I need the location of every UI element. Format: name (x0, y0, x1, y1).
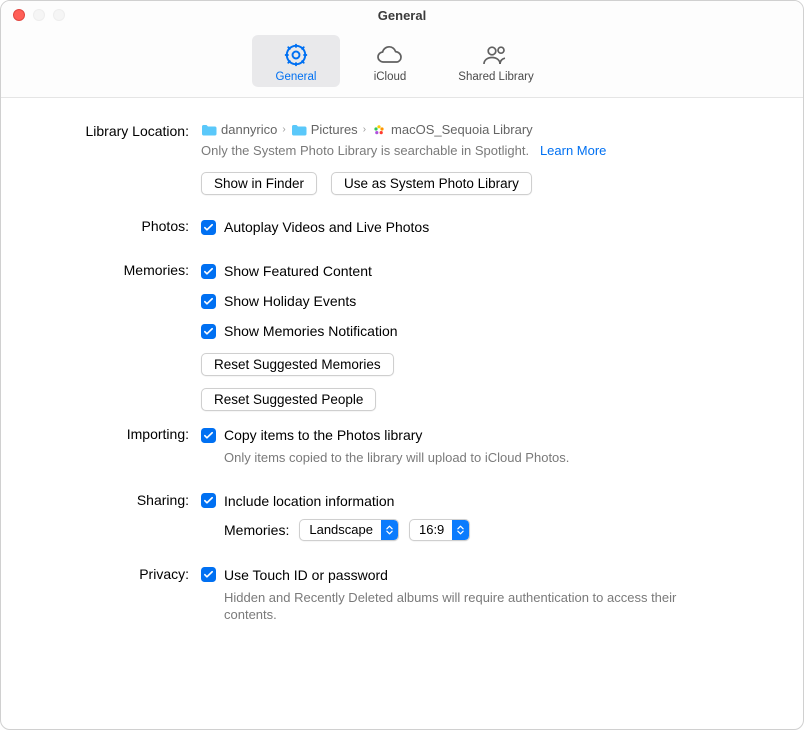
include-location-checkbox[interactable] (201, 493, 216, 508)
reset-suggested-people-button[interactable]: Reset Suggested People (201, 388, 376, 411)
select-stepper-icon (452, 520, 469, 540)
tab-icloud-label: iCloud (350, 71, 430, 83)
breadcrumb-segment[interactable]: dannyrico (221, 122, 277, 137)
library-location-row: Library Location: dannyrico › Pictures › (41, 122, 763, 211)
select-stepper-icon (381, 520, 398, 540)
show-in-finder-button[interactable]: Show in Finder (201, 172, 317, 195)
cloud-icon (350, 41, 430, 69)
importing-label: Importing: (41, 425, 201, 442)
memories-notification-label: Show Memories Notification (224, 323, 398, 339)
copy-items-checkbox[interactable] (201, 428, 216, 443)
library-path-breadcrumb: dannyrico › Pictures › (201, 122, 763, 137)
sharing-row: Sharing: Include location information Me… (41, 491, 763, 541)
library-location-label: Library Location: (41, 122, 201, 139)
photos-label: Photos: (41, 217, 201, 234)
privacy-label: Privacy: (41, 565, 201, 582)
breadcrumb-segment[interactable]: Pictures (311, 122, 358, 137)
spotlight-note: Only the System Photo Library is searcha… (201, 143, 763, 158)
holiday-events-label: Show Holiday Events (224, 293, 356, 309)
photos-row: Photos: Autoplay Videos and Live Photos (41, 217, 763, 237)
tab-toolbar: General iCloud Shared Library (1, 29, 803, 98)
touch-id-label: Use Touch ID or password (224, 567, 388, 583)
include-location-label: Include location information (224, 493, 394, 509)
people-icon (444, 41, 548, 69)
breadcrumb-segment[interactable]: macOS_Sequoia Library (391, 122, 533, 137)
orientation-select[interactable]: Landscape (299, 519, 399, 541)
featured-content-label: Show Featured Content (224, 263, 372, 279)
importing-row: Importing: Copy items to the Photos libr… (41, 425, 763, 467)
autoplay-checkbox[interactable] (201, 220, 216, 235)
window-title: General (1, 8, 803, 23)
learn-more-link[interactable]: Learn More (540, 143, 606, 158)
content-area: Library Location: dannyrico › Pictures › (1, 98, 803, 729)
photos-library-icon (371, 123, 387, 137)
folder-icon (201, 123, 217, 137)
aspect-ratio-select[interactable]: 16:9 (409, 519, 470, 541)
folder-icon (291, 123, 307, 137)
touch-id-checkbox[interactable] (201, 567, 216, 582)
chevron-right-icon: › (362, 124, 367, 135)
orientation-value: Landscape (300, 522, 381, 537)
memories-notification-checkbox[interactable] (201, 324, 216, 339)
tab-icloud[interactable]: iCloud (346, 35, 434, 87)
memories-row: Memories: Show Featured Content Show Hol… (41, 261, 763, 419)
featured-content-checkbox[interactable] (201, 264, 216, 279)
memories-format-label: Memories: (224, 522, 289, 538)
copy-items-label: Copy items to the Photos library (224, 427, 422, 443)
privacy-row: Privacy: Use Touch ID or password Hidden… (41, 565, 763, 624)
sharing-label: Sharing: (41, 491, 201, 508)
holiday-events-checkbox[interactable] (201, 294, 216, 309)
tab-general[interactable]: General (252, 35, 340, 87)
tab-general-label: General (256, 71, 336, 83)
importing-note: Only items copied to the library will up… (224, 449, 724, 467)
chevron-right-icon: › (281, 124, 286, 135)
gear-icon (256, 41, 336, 69)
titlebar: General (1, 1, 803, 29)
reset-suggested-memories-button[interactable]: Reset Suggested Memories (201, 353, 394, 376)
tab-shared-library-label: Shared Library (444, 71, 548, 83)
tab-shared-library[interactable]: Shared Library (440, 35, 552, 87)
autoplay-label: Autoplay Videos and Live Photos (224, 219, 429, 235)
privacy-note: Hidden and Recently Deleted albums will … (224, 589, 724, 624)
settings-window: General General iCloud (0, 0, 804, 730)
use-as-system-photo-library-button[interactable]: Use as System Photo Library (331, 172, 532, 195)
memories-label: Memories: (41, 261, 201, 278)
aspect-ratio-value: 16:9 (410, 522, 452, 537)
